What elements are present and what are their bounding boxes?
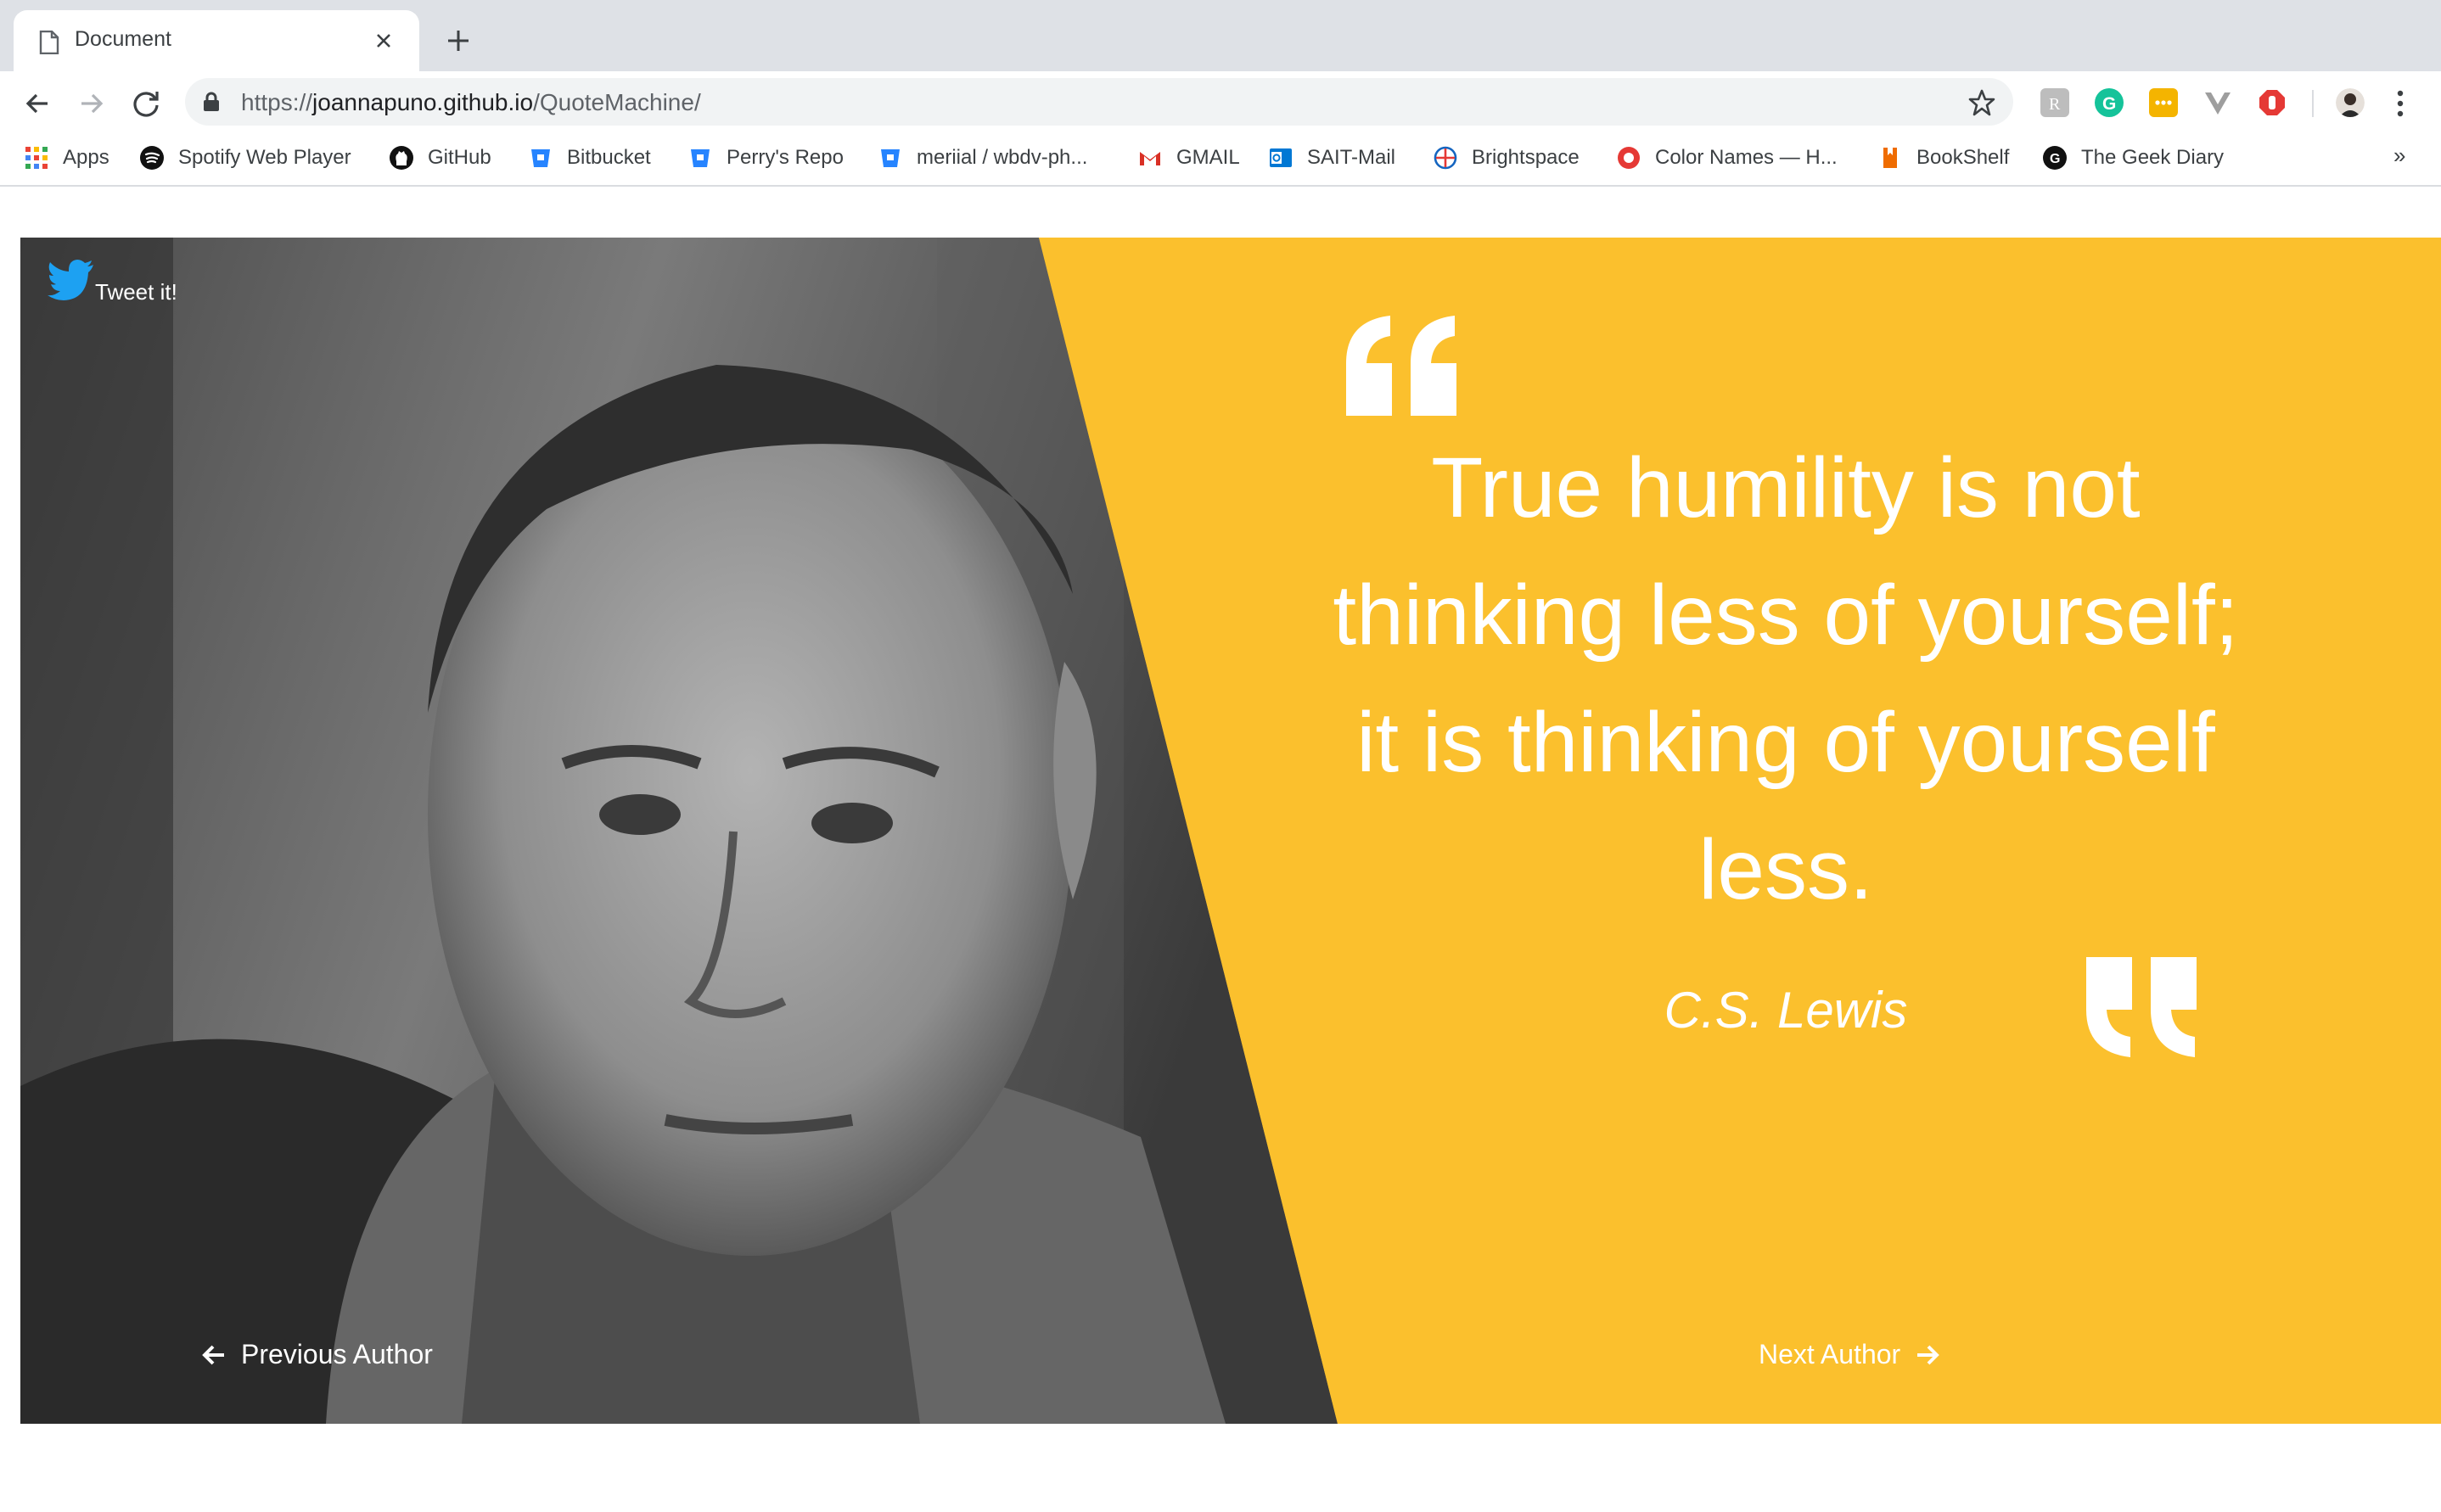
- forward-arrow-icon[interactable]: [75, 87, 109, 120]
- url-text: https://joannapuno.github.io/QuoteMachin…: [241, 89, 701, 115]
- bookmark-label: BookShelf: [1916, 146, 2010, 169]
- previous-author-button[interactable]: Previous Author: [200, 1339, 433, 1370]
- bookmark-label: GitHub: [428, 146, 491, 169]
- bookmark-apps[interactable]: Apps: [24, 143, 109, 173]
- github-icon: [389, 145, 414, 171]
- brightspace-icon: [1433, 145, 1458, 171]
- document-icon: [39, 31, 59, 54]
- address-bar[interactable]: https://joannapuno.github.io/QuoteMachin…: [185, 78, 2013, 126]
- next-author-label: Next Author: [1759, 1339, 1901, 1369]
- tweet-button[interactable]: Tweet it!: [48, 260, 177, 305]
- bookmark-spotify[interactable]: Spotify Web Player: [139, 143, 351, 173]
- tab-strip: Document: [0, 0, 2441, 71]
- close-quote-icon: [2086, 957, 2197, 1057]
- quote-card: Tweet it! True humility is not thinking …: [20, 238, 2441, 1424]
- grammarly-icon[interactable]: G: [2095, 88, 2124, 117]
- tab-title: Document: [75, 27, 171, 51]
- extension-r-icon[interactable]: R: [2040, 88, 2069, 117]
- quote-text: True humility is not thinking less of yo…: [1333, 440, 2239, 917]
- avatar[interactable]: [2336, 88, 2365, 117]
- bookmark-the-geek-diary[interactable]: G The Geek Diary: [2042, 143, 2224, 173]
- svg-text:G: G: [2050, 152, 2060, 166]
- bookmark-label: The Geek Diary: [2081, 146, 2225, 169]
- bookmark-label: meriial / wbdv-ph...: [917, 146, 1088, 169]
- bookmark-label: Bitbucket: [567, 146, 651, 169]
- bookmark-label: GMAIL: [1176, 146, 1240, 169]
- bookmark-bitbucket[interactable]: Bitbucket: [528, 143, 651, 173]
- bookmark-sait-mail[interactable]: SAIT-Mail: [1268, 143, 1395, 173]
- bookmark-label: Brightspace: [1472, 146, 1580, 169]
- bookmarks-overflow-button[interactable]: »: [2393, 143, 2405, 169]
- bookmark-bookshelf[interactable]: BookShelf: [1877, 143, 2009, 173]
- twitter-bird-icon: [48, 260, 93, 300]
- plus-icon[interactable]: [443, 25, 474, 56]
- bitbucket-icon: [687, 145, 713, 171]
- outlook-icon: [1268, 145, 1293, 171]
- arrow-left-icon: [202, 1345, 224, 1364]
- browser-tab[interactable]: Document: [14, 10, 419, 71]
- geek-diary-icon: G: [2042, 145, 2068, 171]
- bookmark-label: Perry's Repo: [727, 146, 844, 169]
- bookmark-label: Spotify Web Player: [178, 146, 351, 169]
- color-names-icon: [1616, 145, 1641, 171]
- tweet-label: Tweet it!: [95, 279, 177, 305]
- bookmark-label: Apps: [63, 146, 109, 169]
- bookmark-color-names[interactable]: Color Names — H...: [1616, 143, 1838, 173]
- bookmark-label: Color Names — H...: [1655, 146, 1838, 169]
- reload-icon[interactable]: [129, 87, 163, 120]
- bookmark-gmail[interactable]: GMAIL: [1137, 143, 1240, 173]
- bookmark-brightspace[interactable]: Brightspace: [1433, 143, 1580, 173]
- bitbucket-icon: [878, 145, 903, 171]
- apps-grid-icon: [24, 145, 49, 171]
- next-author-button[interactable]: Next Author: [1759, 1339, 1941, 1370]
- browser-toolbar: https://joannapuno.github.io/QuoteMachin…: [0, 71, 2441, 132]
- open-quote-icon: [1346, 316, 1456, 416]
- bookmark-github[interactable]: GitHub: [389, 143, 491, 173]
- bookmark-perrys-repo[interactable]: Perry's Repo: [687, 143, 844, 173]
- toolbar-divider: [2312, 90, 2314, 117]
- bitbucket-icon: [528, 145, 553, 171]
- arrow-right-icon: [1917, 1345, 1940, 1364]
- spotify-icon: [139, 145, 165, 171]
- adblock-icon[interactable]: [2258, 88, 2287, 117]
- kebab-menu-icon[interactable]: [2395, 88, 2405, 119]
- close-icon[interactable]: [370, 27, 397, 54]
- gmail-icon: [1137, 145, 1163, 171]
- bookmark-label: SAIT-Mail: [1307, 146, 1396, 169]
- previous-author-label: Previous Author: [241, 1339, 433, 1369]
- quote-author: C.S. Lewis: [1664, 982, 1908, 1039]
- svg-text:R: R: [2049, 95, 2061, 114]
- lock-icon: [204, 92, 219, 111]
- bookmark-meriial[interactable]: meriial / wbdv-ph...: [878, 143, 1087, 173]
- extension-yellow-icon[interactable]: [2149, 88, 2178, 117]
- bookshelf-icon: [1877, 145, 1903, 171]
- star-icon[interactable]: [1967, 88, 1996, 117]
- bookmarks-bar: Apps Spotify Web Player GitHub Bitbucket…: [0, 132, 2441, 187]
- svg-text:G: G: [2102, 94, 2116, 114]
- back-arrow-icon[interactable]: [20, 87, 54, 120]
- vue-devtools-icon[interactable]: [2203, 88, 2232, 117]
